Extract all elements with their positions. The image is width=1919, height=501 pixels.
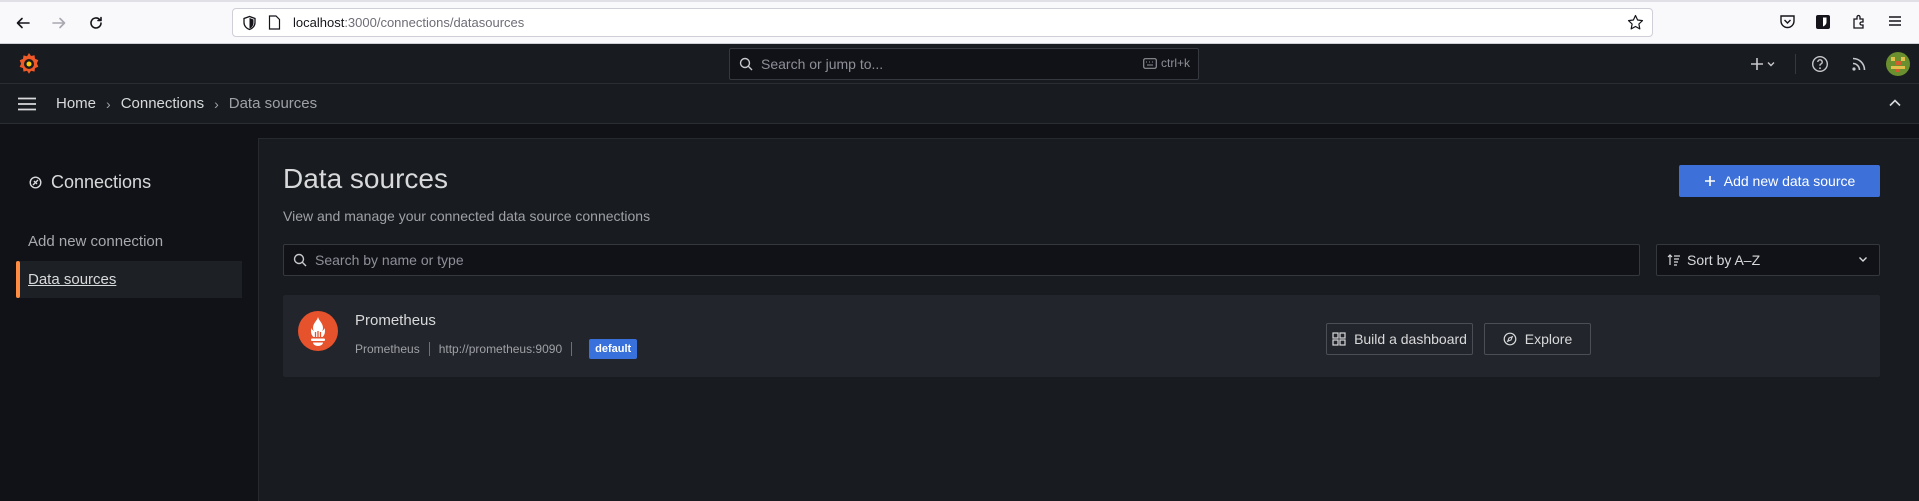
sort-select[interactable]: Sort by A–Z [1656, 244, 1880, 276]
datasource-meta: Prometheus http://prometheus:9090 defaul… [355, 339, 638, 359]
explore-button[interactable]: Explore [1484, 323, 1591, 355]
add-button-label: Add new data source [1723, 173, 1856, 189]
build-dashboard-label: Build a dashboard [1354, 331, 1467, 347]
search-icon [739, 57, 753, 71]
plus-icon [1704, 175, 1716, 187]
sidebar-item-label: Add new connection [28, 233, 164, 250]
menu-icon[interactable] [1887, 13, 1903, 29]
breadcrumb-home[interactable]: Home [56, 95, 96, 112]
add-new-data-source-button[interactable]: Add new data source [1679, 165, 1880, 197]
breadcrumb-separator: › [106, 95, 111, 112]
global-search-input[interactable]: Search or jump to... ctrl+k [729, 48, 1199, 80]
sidebar-title-text: Connections [51, 172, 152, 192]
connections-icon [28, 175, 43, 190]
keyboard-shortcut: ctrl+k [1143, 56, 1190, 70]
shortcut-text: ctrl+k [1160, 56, 1190, 70]
sidebar-item-label: Data sources [28, 271, 117, 288]
address-bar[interactable]: localhost:3000/connections/datasources [232, 8, 1653, 37]
url-path: :3000/connections/datasources [344, 15, 525, 30]
grafana-topbar: Search or jump to... ctrl+k [0, 44, 1919, 84]
sort-icon [1667, 254, 1681, 266]
sort-label: Sort by A–Z [1687, 252, 1761, 268]
datasource-name[interactable]: Prometheus [355, 312, 436, 329]
meta-divider [571, 342, 573, 356]
bookmark-star-icon[interactable] [1627, 14, 1644, 31]
prometheus-logo-icon [298, 311, 338, 351]
hamburger-menu-icon[interactable] [17, 96, 37, 112]
forward-icon[interactable] [43, 7, 75, 39]
shield-icon[interactable] [242, 15, 257, 31]
connections-sidebar: Connections Add new connection Data sour… [0, 124, 258, 501]
global-search-placeholder: Search or jump to... [761, 56, 884, 72]
breadcrumb-data-sources: Data sources [228, 95, 318, 112]
url-host: localhost [293, 15, 345, 30]
help-icon[interactable] [1811, 55, 1829, 73]
news-feed-icon[interactable] [1850, 55, 1868, 73]
datasource-type: Prometheus [355, 342, 420, 356]
browser-top-edge [0, 0, 1919, 2]
search-icon [293, 253, 307, 267]
datasource-card[interactable]: Prometheus Prometheus http://prometheus:… [283, 295, 1880, 377]
chevron-down-icon [1857, 253, 1869, 265]
breadcrumb: Home › Connections › Data sources [56, 95, 317, 112]
explore-label: Explore [1524, 331, 1573, 347]
url-text: localhost:3000/connections/datasources [293, 15, 524, 30]
sidebar-item-add-new-connection[interactable]: Add new connection [16, 223, 242, 260]
breadcrumb-separator: › [214, 95, 219, 112]
page-icon [268, 15, 281, 30]
search-placeholder: Search by name or type [315, 252, 464, 268]
sidebar-item-data-sources[interactable]: Data sources [16, 261, 242, 298]
breadcrumb-bar: Home › Connections › Data sources [0, 84, 1919, 124]
keyboard-icon [1143, 57, 1157, 69]
datasource-search-input[interactable]: Search by name or type [283, 244, 1640, 276]
sidebar-title: Connections [28, 172, 151, 193]
avatar[interactable] [1886, 52, 1910, 76]
page-subtitle: View and manage your connected data sour… [283, 208, 651, 224]
dashboard-grid-icon [1332, 332, 1346, 346]
bitwarden-icon[interactable] [1815, 14, 1831, 30]
topbar-divider [1795, 54, 1796, 74]
back-icon[interactable] [7, 7, 39, 39]
page-title: Data sources [283, 163, 448, 194]
grafana-logo-icon[interactable] [16, 51, 42, 77]
extensions-icon[interactable] [1851, 13, 1868, 30]
compass-icon [1503, 332, 1517, 346]
meta-divider [428, 342, 430, 356]
datasource-url: http://prometheus:9090 [438, 342, 563, 356]
collapse-chevron-up-icon[interactable] [1888, 96, 1902, 110]
reload-icon[interactable] [80, 7, 112, 39]
new-plus-icon[interactable] [1750, 55, 1776, 73]
default-badge: default [589, 339, 638, 359]
browser-toolbar: localhost:3000/connections/datasources [0, 0, 1919, 44]
main-content: Data sources View and manage your connec… [258, 138, 1919, 501]
build-dashboard-button[interactable]: Build a dashboard [1326, 323, 1473, 355]
breadcrumb-connections[interactable]: Connections [121, 95, 204, 112]
pocket-icon[interactable] [1779, 14, 1796, 30]
